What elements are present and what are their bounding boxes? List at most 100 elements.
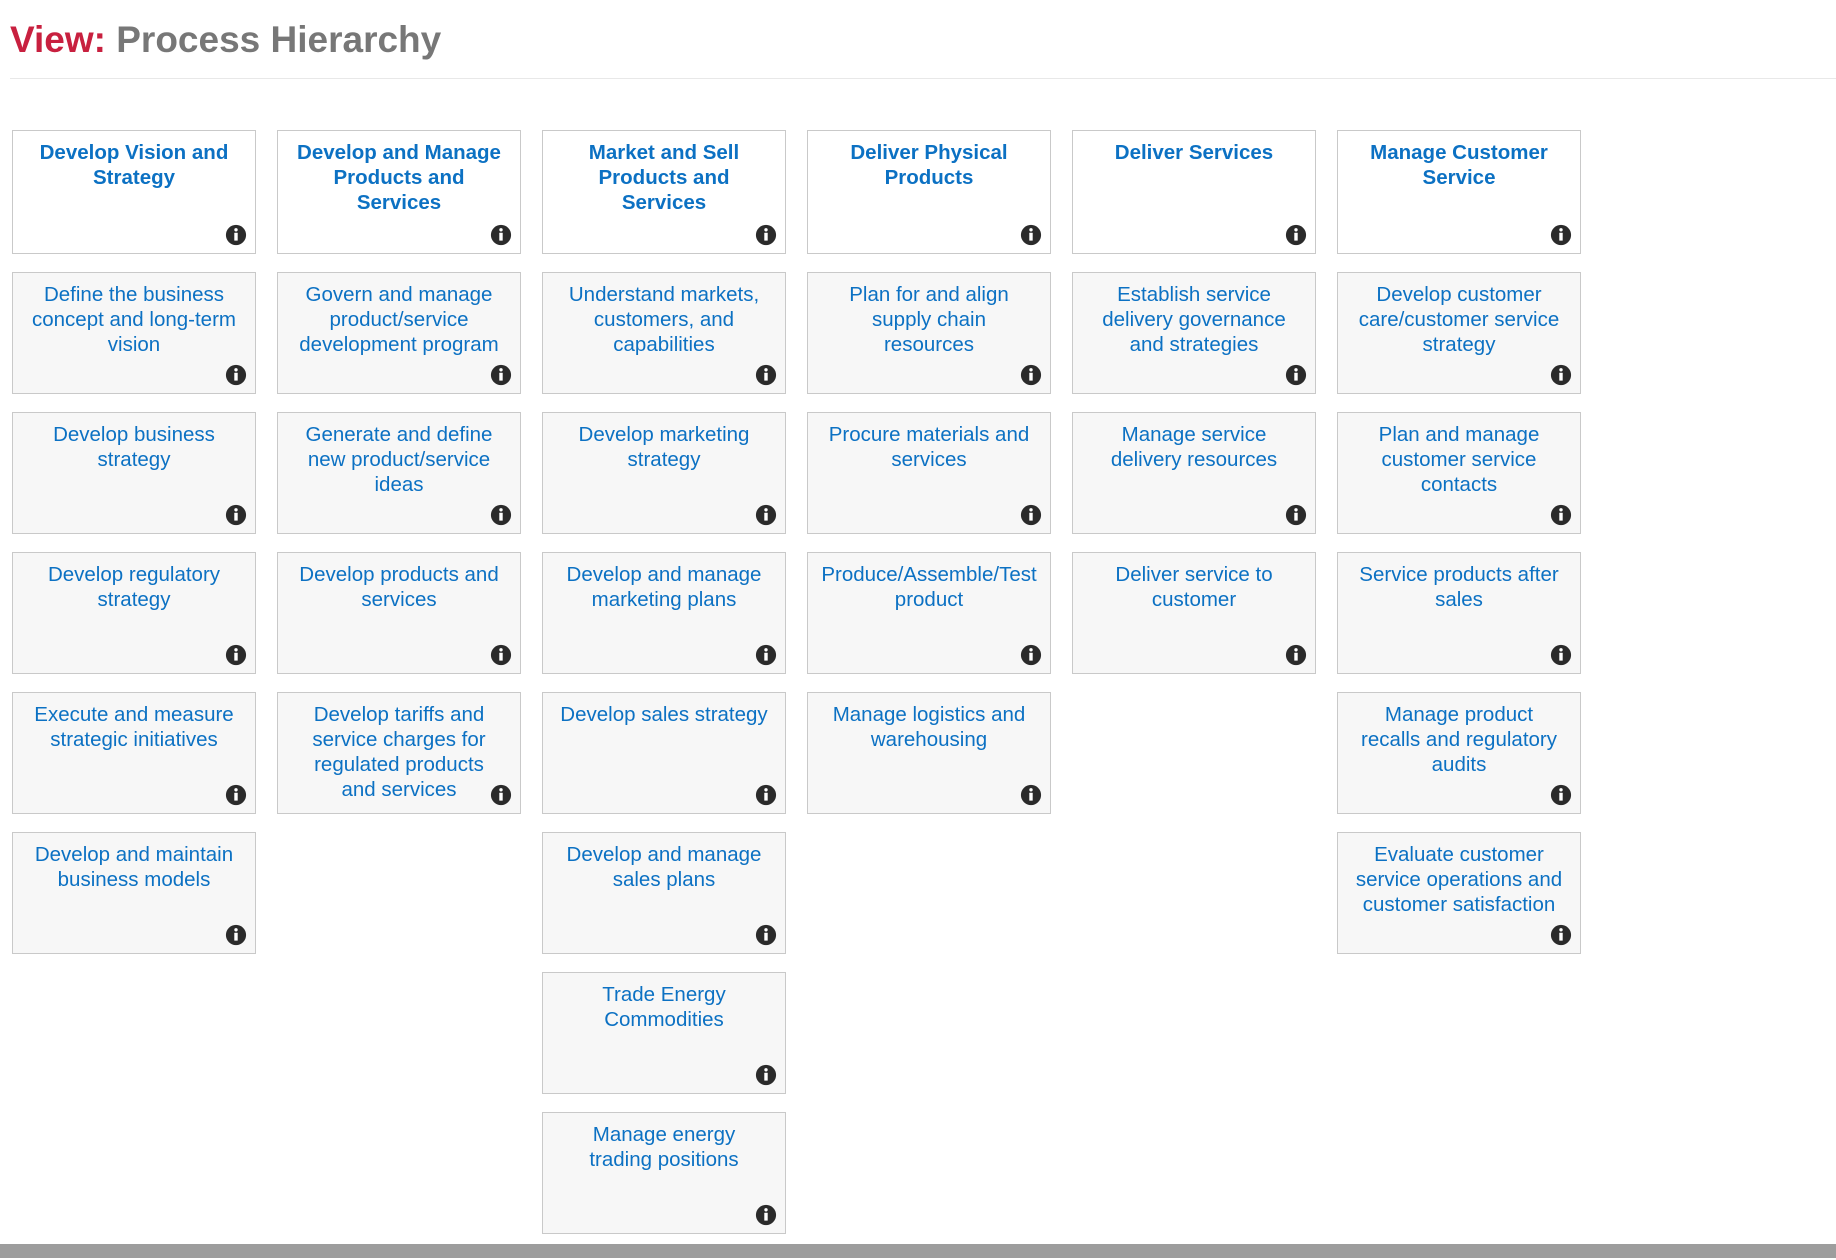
info-icon[interactable] [490, 644, 512, 666]
process-card[interactable]: Produce/Assemble/Test product [807, 552, 1051, 674]
process-card-line: Establish service [1117, 283, 1271, 306]
info-icon[interactable] [1020, 224, 1042, 246]
process-card[interactable]: Plan and manage customer service contacts [1337, 412, 1581, 534]
process-card[interactable]: Evaluate customer service operations and c… [1337, 832, 1581, 954]
process-card-line: customer [1151, 588, 1237, 611]
info-icon[interactable] [1285, 644, 1307, 666]
info-icon[interactable] [225, 784, 247, 806]
process-card-label: Develop business strategy [19, 422, 249, 472]
header-divider [10, 78, 1836, 79]
process-card-line: supply chain [872, 308, 986, 331]
process-card-line: customer service [1381, 448, 1537, 471]
process-card[interactable]: Develop tariffs and service charges for re… [277, 692, 521, 814]
process-card-line: Develop regulatory [47, 563, 221, 586]
process-card-line: Manage service [1121, 423, 1267, 446]
horizontal-scrollbar[interactable] [0, 1240, 1836, 1260]
info-icon[interactable] [1285, 224, 1307, 246]
process-card-label: Govern and manage product/service developm… [284, 282, 514, 357]
process-card[interactable]: Manage logistics and warehousing [807, 692, 1051, 814]
process-card[interactable]: Understand markets, customers, and capabil… [542, 272, 786, 394]
info-icon[interactable] [1550, 784, 1572, 806]
process-card-line: audits [1431, 753, 1487, 776]
process-card[interactable]: Procure materials and services [807, 412, 1051, 534]
process-card-line: Manage energy [592, 1123, 736, 1146]
process-card[interactable]: Develop products and services [277, 552, 521, 674]
process-header-card[interactable]: Deliver Physical Products [807, 130, 1051, 254]
process-card[interactable]: Plan for and align supply chain resources [807, 272, 1051, 394]
process-card-line: customer satisfaction [1362, 893, 1556, 916]
process-card-line: care/customer service [1358, 308, 1560, 331]
process-header-card[interactable]: Deliver Services [1072, 130, 1316, 254]
info-icon[interactable] [1550, 224, 1572, 246]
process-card-line: Service products after [1359, 563, 1559, 586]
process-card[interactable]: Develop marketing strategy [542, 412, 786, 534]
info-icon[interactable] [225, 504, 247, 526]
process-card-line: Understand markets, [568, 283, 760, 306]
process-card-label: Evaluate customer service operations and c… [1344, 842, 1574, 917]
process-card-label: Manage energy trading positions [549, 1122, 779, 1172]
info-icon[interactable] [490, 784, 512, 806]
process-header-card[interactable]: Develop and Manage Products and Services [277, 130, 521, 254]
info-icon[interactable] [1550, 644, 1572, 666]
process-card-label: Procure materials and services [814, 422, 1044, 472]
info-icon[interactable] [755, 504, 777, 526]
info-icon[interactable] [755, 924, 777, 946]
info-icon[interactable] [225, 644, 247, 666]
process-card[interactable]: Manage service delivery resources [1072, 412, 1316, 534]
process-card[interactable]: Execute and measure strategic initiatives [12, 692, 256, 814]
process-card-line: Manage Customer [1370, 141, 1548, 164]
process-card-label: Plan and manage customer service contacts [1344, 422, 1574, 497]
process-card[interactable]: Manage product recalls and regulatory audi… [1337, 692, 1581, 814]
info-icon[interactable] [1550, 364, 1572, 386]
process-column-deliver-services: Deliver Services Establish service deliver… [1072, 130, 1336, 692]
info-icon[interactable] [1285, 504, 1307, 526]
process-header-card[interactable]: Market and Sell Products and Services [542, 130, 786, 254]
process-card-line: Service [1422, 166, 1496, 189]
info-icon[interactable] [755, 644, 777, 666]
info-icon[interactable] [1020, 644, 1042, 666]
info-icon[interactable] [490, 364, 512, 386]
info-icon[interactable] [225, 924, 247, 946]
process-card-line: Develop Vision and [39, 141, 229, 164]
info-icon[interactable] [755, 784, 777, 806]
info-icon[interactable] [755, 1064, 777, 1086]
process-card[interactable]: Develop and maintain business models [12, 832, 256, 954]
process-card[interactable]: Service products after sales [1337, 552, 1581, 674]
process-card[interactable]: Establish service delivery governance and … [1072, 272, 1316, 394]
process-card[interactable]: Develop customer care/customer service str… [1337, 272, 1581, 394]
info-icon[interactable] [225, 364, 247, 386]
info-icon[interactable] [755, 364, 777, 386]
info-icon[interactable] [1285, 364, 1307, 386]
process-card[interactable]: Develop sales strategy [542, 692, 786, 814]
process-card[interactable]: Deliver service to customer [1072, 552, 1316, 674]
info-icon[interactable] [490, 224, 512, 246]
info-icon[interactable] [1550, 504, 1572, 526]
info-icon[interactable] [1020, 784, 1042, 806]
process-card[interactable]: Develop and manage marketing plans [542, 552, 786, 674]
process-card[interactable]: Manage energy trading positions [542, 1112, 786, 1234]
info-icon[interactable] [755, 224, 777, 246]
process-card[interactable]: Define the business concept and long-term… [12, 272, 256, 394]
process-card[interactable]: Develop and manage sales plans [542, 832, 786, 954]
process-card-line: Develop and manage [566, 563, 762, 586]
info-icon[interactable] [1020, 504, 1042, 526]
process-card[interactable]: Govern and manage product/service developm… [277, 272, 521, 394]
process-card[interactable]: Develop regulatory strategy [12, 552, 256, 674]
info-icon[interactable] [1550, 924, 1572, 946]
process-card-label: Establish service delivery governance and … [1079, 282, 1309, 357]
info-icon[interactable] [490, 504, 512, 526]
process-card-line: Manage logistics and [832, 703, 1026, 726]
info-icon[interactable] [1020, 364, 1042, 386]
info-icon[interactable] [225, 224, 247, 246]
process-card-line: Develop tariffs and [313, 703, 485, 726]
process-card-line: Deliver Services [1114, 141, 1274, 164]
process-header-card[interactable]: Manage Customer Service [1337, 130, 1581, 254]
process-card[interactable]: Develop business strategy [12, 412, 256, 534]
process-card-line: capabilities [613, 333, 715, 356]
process-header-card[interactable]: Develop Vision and Strategy [12, 130, 256, 254]
process-card[interactable]: Generate and define new product/service id… [277, 412, 521, 534]
horizontal-scrollbar-thumb[interactable] [0, 1244, 1836, 1258]
process-card[interactable]: Trade Energy Commodities [542, 972, 786, 1094]
info-icon[interactable] [755, 1204, 777, 1226]
process-header-card-label: Market and Sell Products and Services [549, 140, 779, 215]
